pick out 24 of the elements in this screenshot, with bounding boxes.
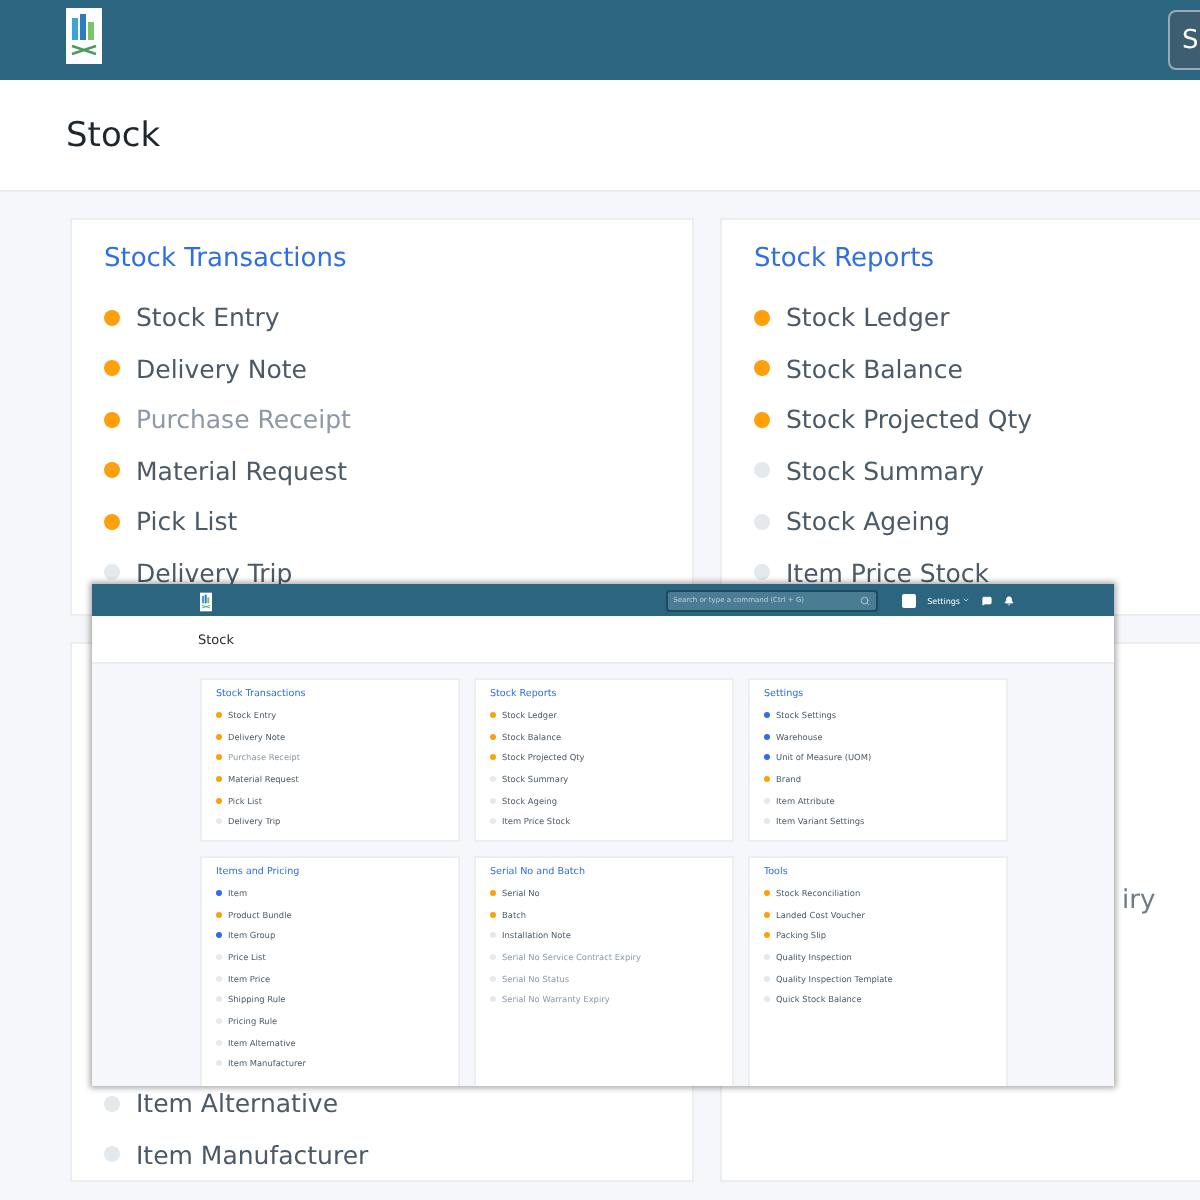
logo-icon xyxy=(200,591,212,611)
link-item[interactable]: Material Request xyxy=(136,455,348,486)
link-item[interactable]: Delivery Trip xyxy=(136,557,293,588)
link-item[interactable]: Item Alternative xyxy=(136,1088,339,1119)
link-item[interactable]: iry xyxy=(1122,886,1156,916)
link-item[interactable]: Stock Summary xyxy=(786,455,984,486)
logo-icon xyxy=(66,8,102,64)
link-item[interactable]: Item Manufacturer xyxy=(136,1139,369,1170)
link-item[interactable]: Delivery Note xyxy=(136,353,307,384)
link-item[interactable]: Item Price Stock xyxy=(786,557,989,588)
link-item[interactable]: Stock Entry xyxy=(136,302,280,333)
link-item[interactable]: Stock Ledger xyxy=(786,302,950,333)
navbar-button[interactable]: S xyxy=(1168,10,1200,70)
link-item[interactable]: Stock Balance xyxy=(786,353,963,384)
card-title: Stock Transactions xyxy=(104,244,349,274)
search-icon xyxy=(859,595,870,605)
link-item[interactable]: Stock Projected Qty xyxy=(786,404,1033,435)
link-item[interactable]: Stock Ageing xyxy=(786,506,951,537)
chat-icon[interactable] xyxy=(982,595,992,605)
page-title: Stock xyxy=(66,115,161,155)
avatar-icon[interactable] xyxy=(901,593,916,607)
link-item[interactable]: Pick List xyxy=(136,506,238,537)
notifications-icon[interactable] xyxy=(1004,595,1014,605)
card-title: Stock Reports xyxy=(754,244,936,274)
